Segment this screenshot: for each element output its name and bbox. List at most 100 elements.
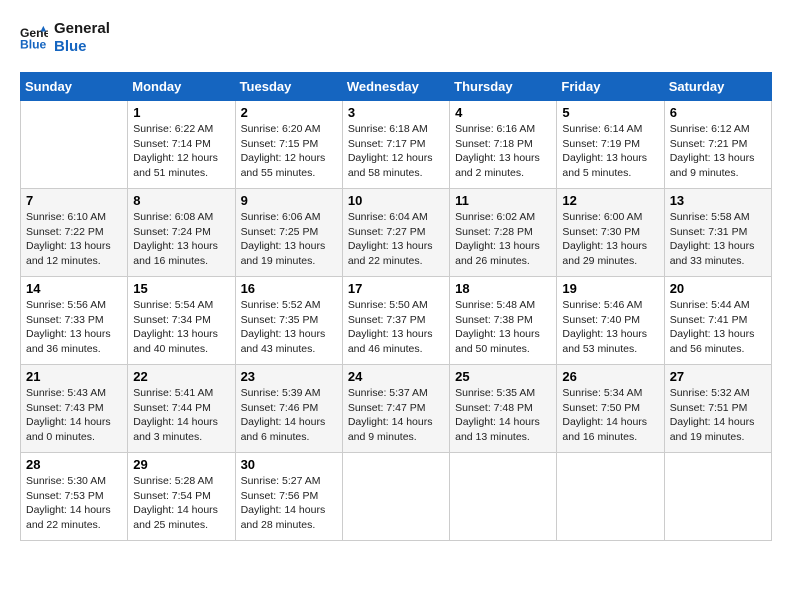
- day-number: 16: [241, 281, 337, 296]
- calendar-cell: 30 Sunrise: 5:27 AMSunset: 7:56 PMDayligh…: [235, 453, 342, 541]
- day-info: Sunrise: 6:16 AMSunset: 7:18 PMDaylight:…: [455, 122, 551, 181]
- calendar-cell: 27 Sunrise: 5:32 AMSunset: 7:51 PMDayligh…: [664, 365, 771, 453]
- day-number: 22: [133, 369, 229, 384]
- day-info: Sunrise: 5:48 AMSunset: 7:38 PMDaylight:…: [455, 298, 551, 357]
- calendar-cell: 18 Sunrise: 5:48 AMSunset: 7:38 PMDayligh…: [450, 277, 557, 365]
- day-info: Sunrise: 6:12 AMSunset: 7:21 PMDaylight:…: [670, 122, 766, 181]
- day-number: 17: [348, 281, 444, 296]
- day-info: Sunrise: 5:43 AMSunset: 7:43 PMDaylight:…: [26, 386, 122, 445]
- day-number: 9: [241, 193, 337, 208]
- day-info: Sunrise: 5:34 AMSunset: 7:50 PMDaylight:…: [562, 386, 658, 445]
- day-number: 30: [241, 457, 337, 472]
- day-number: 24: [348, 369, 444, 384]
- day-info: Sunrise: 6:20 AMSunset: 7:15 PMDaylight:…: [241, 122, 337, 181]
- calendar-cell: 16 Sunrise: 5:52 AMSunset: 7:35 PMDayligh…: [235, 277, 342, 365]
- day-info: Sunrise: 5:46 AMSunset: 7:40 PMDaylight:…: [562, 298, 658, 357]
- day-info: Sunrise: 5:44 AMSunset: 7:41 PMDaylight:…: [670, 298, 766, 357]
- day-number: 6: [670, 105, 766, 120]
- day-number: 8: [133, 193, 229, 208]
- logo: General Blue General Blue: [20, 20, 110, 56]
- day-info: Sunrise: 5:37 AMSunset: 7:47 PMDaylight:…: [348, 386, 444, 445]
- day-info: Sunrise: 6:14 AMSunset: 7:19 PMDaylight:…: [562, 122, 658, 181]
- calendar-cell: 4Sunrise: 6:16 AMSunset: 7:18 PMDaylight…: [450, 101, 557, 189]
- day-info: Sunrise: 5:41 AMSunset: 7:44 PMDaylight:…: [133, 386, 229, 445]
- day-info: Sunrise: 6:02 AMSunset: 7:28 PMDaylight:…: [455, 210, 551, 269]
- calendar-cell: 11 Sunrise: 6:02 AMSunset: 7:28 PMDayligh…: [450, 189, 557, 277]
- day-number: 12: [562, 193, 658, 208]
- day-number: 28: [26, 457, 122, 472]
- calendar-cell: [557, 453, 664, 541]
- calendar-cell: 8Sunrise: 6:08 AMSunset: 7:24 PMDaylight…: [128, 189, 235, 277]
- logo-line2: Blue: [54, 38, 110, 56]
- day-number: 19: [562, 281, 658, 296]
- calendar-cell: 29Sunrise: 5:28 AMSunset: 7:54 PMDayligh…: [128, 453, 235, 541]
- calendar-cell: 6 Sunrise: 6:12 AMSunset: 7:21 PMDaylight…: [664, 101, 771, 189]
- day-info: Sunrise: 6:04 AMSunset: 7:27 PMDaylight:…: [348, 210, 444, 269]
- calendar-cell: 17 Sunrise: 5:50 AMSunset: 7:37 PMDayligh…: [342, 277, 449, 365]
- calendar-cell: 28Sunrise: 5:30 AMSunset: 7:53 PMDayligh…: [21, 453, 128, 541]
- day-info: Sunrise: 6:10 AMSunset: 7:22 PMDaylight:…: [26, 210, 122, 269]
- day-info: Sunrise: 6:18 AMSunset: 7:17 PMDaylight:…: [348, 122, 444, 181]
- day-info: Sunrise: 5:58 AMSunset: 7:31 PMDaylight:…: [670, 210, 766, 269]
- calendar-cell: 9Sunrise: 6:06 AMSunset: 7:25 PMDaylight…: [235, 189, 342, 277]
- day-number: 10: [348, 193, 444, 208]
- svg-text:Blue: Blue: [20, 37, 47, 51]
- calendar-cell: [21, 101, 128, 189]
- day-number: 2: [241, 105, 337, 120]
- day-number: 11: [455, 193, 551, 208]
- weekday-header-wednesday: Wednesday: [342, 73, 449, 101]
- weekday-header-thursday: Thursday: [450, 73, 557, 101]
- calendar-cell: [342, 453, 449, 541]
- day-info: Sunrise: 5:52 AMSunset: 7:35 PMDaylight:…: [241, 298, 337, 357]
- day-number: 18: [455, 281, 551, 296]
- day-number: 25: [455, 369, 551, 384]
- day-number: 26: [562, 369, 658, 384]
- weekday-header-saturday: Saturday: [664, 73, 771, 101]
- calendar-cell: 26 Sunrise: 5:34 AMSunset: 7:50 PMDayligh…: [557, 365, 664, 453]
- calendar-cell: 23Sunrise: 5:39 AMSunset: 7:46 PMDayligh…: [235, 365, 342, 453]
- day-info: Sunrise: 6:00 AMSunset: 7:30 PMDaylight:…: [562, 210, 658, 269]
- day-number: 14: [26, 281, 122, 296]
- day-info: Sunrise: 5:50 AMSunset: 7:37 PMDaylight:…: [348, 298, 444, 357]
- calendar-cell: 2 Sunrise: 6:20 AMSunset: 7:15 PMDaylight…: [235, 101, 342, 189]
- day-number: 13: [670, 193, 766, 208]
- calendar-cell: 15Sunrise: 5:54 AMSunset: 7:34 PMDayligh…: [128, 277, 235, 365]
- weekday-header-row: SundayMondayTuesdayWednesdayThursdayFrid…: [21, 73, 772, 101]
- day-number: 7: [26, 193, 122, 208]
- day-number: 1: [133, 105, 229, 120]
- calendar-week-3: 14 Sunrise: 5:56 AMSunset: 7:33 PMDayligh…: [21, 277, 772, 365]
- calendar-table: SundayMondayTuesdayWednesdayThursdayFrid…: [20, 72, 772, 541]
- day-number: 21: [26, 369, 122, 384]
- day-number: 23: [241, 369, 337, 384]
- calendar-cell: 12 Sunrise: 6:00 AMSunset: 7:30 PMDayligh…: [557, 189, 664, 277]
- day-info: Sunrise: 5:27 AMSunset: 7:56 PMDaylight:…: [241, 474, 337, 533]
- calendar-cell: 1 Sunrise: 6:22 AMSunset: 7:14 PMDaylight…: [128, 101, 235, 189]
- day-number: 3: [348, 105, 444, 120]
- weekday-header-tuesday: Tuesday: [235, 73, 342, 101]
- calendar-cell: 5 Sunrise: 6:14 AMSunset: 7:19 PMDaylight…: [557, 101, 664, 189]
- page-header: General Blue General Blue: [20, 20, 772, 56]
- day-info: Sunrise: 6:22 AMSunset: 7:14 PMDaylight:…: [133, 122, 229, 181]
- calendar-cell: 20 Sunrise: 5:44 AMSunset: 7:41 PMDayligh…: [664, 277, 771, 365]
- calendar-cell: 10 Sunrise: 6:04 AMSunset: 7:27 PMDayligh…: [342, 189, 449, 277]
- day-info: Sunrise: 5:35 AMSunset: 7:48 PMDaylight:…: [455, 386, 551, 445]
- day-number: 20: [670, 281, 766, 296]
- calendar-week-2: 7 Sunrise: 6:10 AMSunset: 7:22 PMDaylight…: [21, 189, 772, 277]
- weekday-header-sunday: Sunday: [21, 73, 128, 101]
- logo-icon: General Blue: [20, 24, 48, 52]
- calendar-cell: 24 Sunrise: 5:37 AMSunset: 7:47 PMDayligh…: [342, 365, 449, 453]
- calendar-cell: 7 Sunrise: 6:10 AMSunset: 7:22 PMDaylight…: [21, 189, 128, 277]
- calendar-week-4: 21 Sunrise: 5:43 AMSunset: 7:43 PMDayligh…: [21, 365, 772, 453]
- day-info: Sunrise: 5:56 AMSunset: 7:33 PMDaylight:…: [26, 298, 122, 357]
- calendar-week-1: 1 Sunrise: 6:22 AMSunset: 7:14 PMDaylight…: [21, 101, 772, 189]
- calendar-cell: [664, 453, 771, 541]
- logo-line1: General: [54, 20, 110, 38]
- calendar-cell: 22 Sunrise: 5:41 AMSunset: 7:44 PMDayligh…: [128, 365, 235, 453]
- day-info: Sunrise: 5:32 AMSunset: 7:51 PMDaylight:…: [670, 386, 766, 445]
- day-info: Sunrise: 5:28 AMSunset: 7:54 PMDaylight:…: [133, 474, 229, 533]
- calendar-week-5: 28Sunrise: 5:30 AMSunset: 7:53 PMDayligh…: [21, 453, 772, 541]
- calendar-cell: 14 Sunrise: 5:56 AMSunset: 7:33 PMDayligh…: [21, 277, 128, 365]
- day-number: 27: [670, 369, 766, 384]
- calendar-cell: 21 Sunrise: 5:43 AMSunset: 7:43 PMDayligh…: [21, 365, 128, 453]
- day-number: 5: [562, 105, 658, 120]
